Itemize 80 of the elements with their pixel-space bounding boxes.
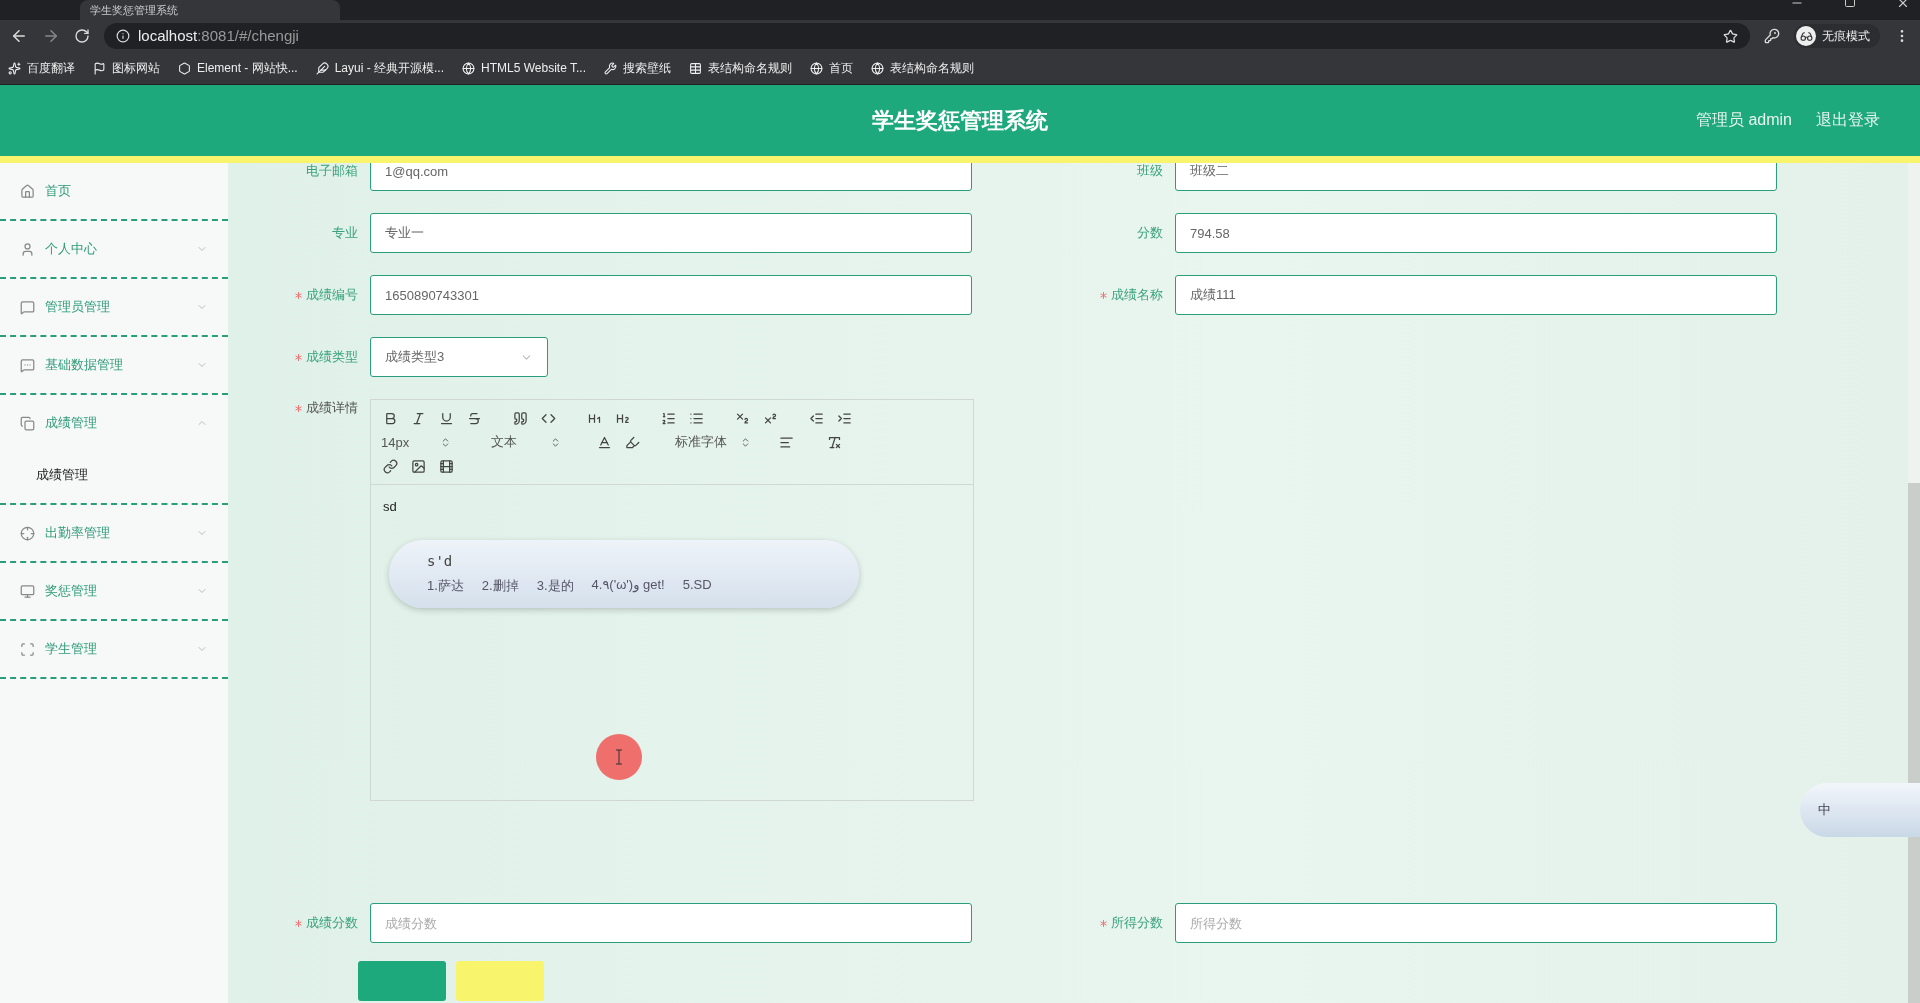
menu-item-icon xyxy=(20,183,35,199)
close-icon[interactable] xyxy=(1896,0,1910,10)
bookmark[interactable]: Element - 网站快... xyxy=(178,59,298,77)
field-label: 所得分数 xyxy=(1111,915,1163,930)
input-field[interactable]: 成绩分数 xyxy=(370,903,972,943)
bookmark-icon xyxy=(871,61,884,75)
bookmark-icon xyxy=(462,61,476,75)
bookmark-icon xyxy=(178,61,191,75)
image-icon[interactable] xyxy=(409,457,427,475)
font-family-select[interactable]: 标准字体 xyxy=(675,433,751,451)
incognito-icon xyxy=(1796,26,1816,46)
block-format-select[interactable]: 文本 xyxy=(491,433,561,451)
menu-item-icon xyxy=(20,357,35,373)
bookmark[interactable]: HTML5 Website T... xyxy=(462,61,586,75)
field-label: 电子邮箱 xyxy=(306,163,358,178)
field-label: 成绩分数 xyxy=(306,915,358,930)
scrollbar[interactable] xyxy=(1908,163,1920,1003)
link-icon[interactable] xyxy=(381,457,399,475)
sidebar-subitem[interactable]: 成绩管理 xyxy=(0,455,228,495)
font-size-select[interactable]: 14px xyxy=(381,434,451,450)
menu-item-icon xyxy=(20,415,35,431)
profile-button[interactable]: 无痕模式 xyxy=(1794,24,1880,48)
up-down-arrows-icon xyxy=(740,436,751,448)
ime-status-widget[interactable]: 中 xyxy=(1800,783,1920,837)
ime-candidate[interactable]: 4.٩('ω')و get! xyxy=(591,577,665,595)
key-icon[interactable] xyxy=(1764,28,1780,44)
bookmark-icon xyxy=(315,61,329,75)
cursor-highlight-icon xyxy=(596,734,642,780)
field-label: 成绩详情 xyxy=(306,400,358,415)
bookmark[interactable]: 百度翻译 xyxy=(8,59,75,77)
menu-item-icon xyxy=(20,241,35,257)
bookmark-icon xyxy=(93,61,106,75)
input-field[interactable]: 794.58 xyxy=(1175,213,1777,253)
field-label: 班级 xyxy=(1137,163,1163,178)
bookmark[interactable]: Layui - 经典开源模... xyxy=(315,59,445,77)
sidebar-item[interactable]: 成绩管理 xyxy=(0,395,228,451)
bookmark[interactable]: 首页 xyxy=(810,59,853,77)
quote-icon[interactable] xyxy=(511,409,529,427)
bookmark-icon xyxy=(689,61,702,75)
bookmark-icon xyxy=(8,61,21,75)
field-label: 成绩类型 xyxy=(306,349,358,364)
input-field[interactable]: 专业一 xyxy=(370,213,972,253)
ime-candidate[interactable]: 1.萨达 xyxy=(427,577,464,595)
browser-tab[interactable]: 学生奖惩管理系统 xyxy=(80,0,340,20)
address-bar[interactable]: localhost:8081/#/chengji xyxy=(104,23,1750,49)
up-down-arrows-icon xyxy=(440,436,451,448)
ime-candidate[interactable]: 3.是的 xyxy=(536,577,574,595)
field-label: 分数 xyxy=(1137,225,1163,240)
bookmark[interactable]: 表结构命名规则 xyxy=(871,59,974,77)
url-text: localhost:8081/#/chengji xyxy=(138,27,299,45)
menu-item-icon xyxy=(20,583,35,599)
star-icon[interactable] xyxy=(1723,28,1738,44)
back-icon[interactable] xyxy=(10,27,28,45)
forward-icon[interactable] xyxy=(42,27,60,45)
up-down-arrows-icon xyxy=(550,436,561,448)
bookmark[interactable]: 图标网站 xyxy=(93,59,160,77)
video-icon[interactable] xyxy=(437,457,455,475)
ime-candidate[interactable]: 2.删掉 xyxy=(481,577,519,595)
field-label: 专业 xyxy=(332,225,358,240)
field-label: 成绩编号 xyxy=(306,287,358,302)
menu-item-icon xyxy=(20,641,35,657)
info-icon[interactable] xyxy=(116,29,130,43)
editor-text: sd xyxy=(383,499,397,514)
select-field[interactable]: 成绩类型3 xyxy=(370,337,548,377)
input-field[interactable]: 所得分数 xyxy=(1175,903,1777,943)
ime-composition: s'd xyxy=(427,553,454,569)
field-label: 成绩名称 xyxy=(1111,287,1163,302)
input-field[interactable]: 成绩111 xyxy=(1175,275,1777,315)
app-title: 学生奖惩管理系统 xyxy=(872,107,1048,133)
bookmark[interactable]: 表结构命名规则 xyxy=(689,59,792,77)
ime-candidate[interactable]: 5.SD xyxy=(682,577,712,595)
bookmark-icon xyxy=(604,61,617,75)
input-field[interactable]: 班级二 xyxy=(1175,163,1777,191)
input-field[interactable]: 1@qq.com xyxy=(370,163,972,191)
bookmark-icon xyxy=(810,61,823,75)
bookmark[interactable]: 搜索壁纸 xyxy=(604,59,671,77)
menu-item-icon xyxy=(20,525,35,541)
input-field[interactable]: 1650890743301 xyxy=(370,275,972,315)
reload-icon[interactable] xyxy=(74,28,90,44)
menu-item-icon xyxy=(20,299,35,315)
